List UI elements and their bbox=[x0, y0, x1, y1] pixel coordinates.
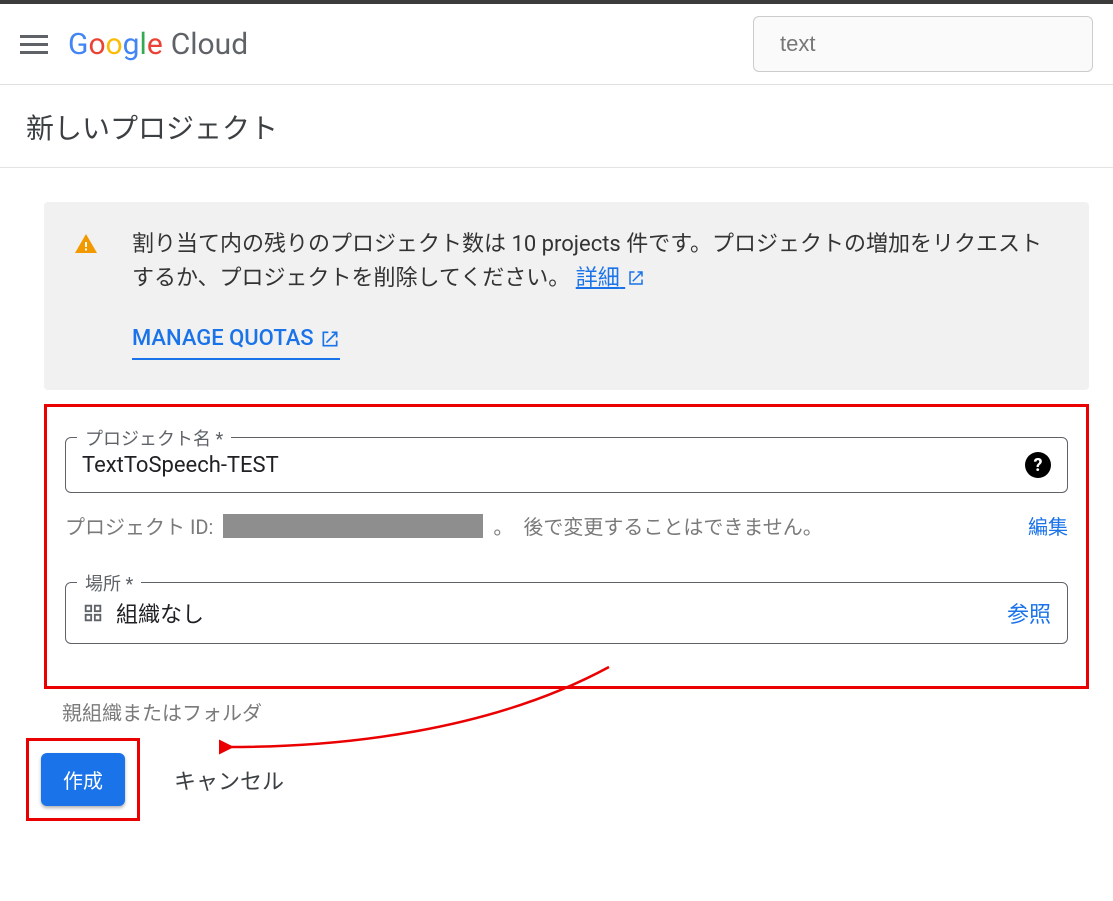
details-link[interactable]: 詳細 bbox=[576, 266, 645, 291]
location-value: 組織なし bbox=[116, 597, 204, 629]
project-id-prefix: プロジェクト ID: bbox=[65, 511, 213, 540]
project-name-field-wrap: プロジェクト名 * TextToSpeech-TEST ? bbox=[65, 437, 1068, 493]
project-name-value: TextToSpeech-TEST bbox=[82, 453, 279, 478]
button-row: 作成 キャンセル bbox=[26, 738, 1089, 821]
location-field-wrap: 場所 * 組織なし 参照 bbox=[65, 582, 1068, 644]
location-helper-text: 親組織またはフォルダ bbox=[44, 697, 1089, 726]
project-id-row: プロジェクト ID: 。 後で変更することはできません。 編集 bbox=[65, 511, 1068, 540]
cancel-button[interactable]: キャンセル bbox=[174, 764, 284, 796]
project-id-punct: 。 bbox=[493, 511, 513, 540]
create-button[interactable]: 作成 bbox=[41, 753, 125, 806]
search-input[interactable] bbox=[753, 16, 1093, 72]
header-bar: Google Cloud bbox=[0, 4, 1113, 85]
hamburger-menu-icon[interactable] bbox=[20, 30, 48, 58]
warning-icon bbox=[74, 228, 98, 256]
manage-quotas-link[interactable]: MANAGE QUOTAS bbox=[132, 322, 340, 360]
quota-notice: 割り当て内の残りのプロジェクト数は 10 projects 件です。プロジェクト… bbox=[44, 202, 1089, 390]
project-id-masked bbox=[223, 514, 483, 538]
page-title: 新しいプロジェクト bbox=[0, 85, 1113, 168]
logo-cloud-text: Cloud bbox=[171, 27, 248, 62]
location-input[interactable]: 組織なし 参照 bbox=[65, 582, 1068, 644]
help-icon[interactable]: ? bbox=[1025, 452, 1051, 478]
form-highlight-area: プロジェクト名 * TextToSpeech-TEST ? プロジェクト ID:… bbox=[44, 404, 1089, 689]
google-cloud-logo[interactable]: Google Cloud bbox=[68, 27, 248, 62]
location-label: 場所 * bbox=[77, 570, 141, 596]
organization-icon bbox=[82, 602, 104, 624]
edit-id-link[interactable]: 編集 bbox=[1028, 511, 1068, 540]
content-area: 割り当て内の残りのプロジェクト数は 10 projects 件です。プロジェクト… bbox=[0, 168, 1113, 861]
project-id-note: 後で変更することはできません。 bbox=[523, 511, 822, 540]
browse-link[interactable]: 参照 bbox=[1007, 597, 1051, 629]
create-button-highlight: 作成 bbox=[26, 738, 140, 821]
project-name-label: プロジェクト名 * bbox=[77, 425, 231, 451]
